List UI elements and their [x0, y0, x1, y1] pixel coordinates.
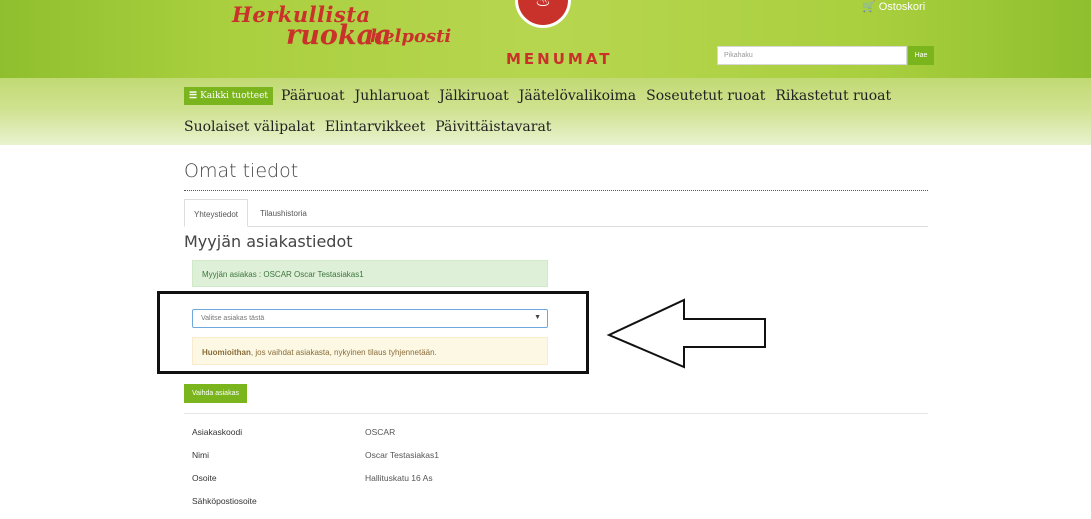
change-customer-button[interactable]: Vaihda asiakas — [184, 384, 247, 403]
nav-item-paaruoat[interactable]: Pääruoat — [281, 88, 345, 104]
info-label: Osoite — [192, 473, 217, 483]
tab-tilaushistoria[interactable]: Tilaushistoria — [251, 199, 316, 227]
list-icon: ☰ — [189, 91, 198, 101]
info-row: Asiakaskoodi OSCAR — [192, 425, 792, 448]
nav-item-juhlaruoat[interactable]: Juhlaruoat — [355, 88, 430, 104]
nav-item-paivittaistavarat[interactable]: Päivittäistavarat — [435, 119, 551, 135]
info-value: OSCAR — [365, 427, 396, 437]
info-row: Sähköpostiosoite — [192, 494, 792, 517]
tab-bar: Yhteystiedot Tilaushistoria — [184, 199, 928, 227]
nav-item-jalkiruoat[interactable]: Jälkiruoat — [439, 88, 509, 104]
section-title: Myyjän asiakastiedot — [184, 232, 353, 251]
tab-yhteystiedot[interactable]: Yhteystiedot — [184, 199, 249, 227]
info-label: Sähköpostiosoite — [192, 496, 257, 506]
info-value: Oscar Testasiakas1 — [365, 450, 440, 460]
brand-logo[interactable]: MENUMAT — [506, 50, 613, 68]
info-label: Nimi — [192, 450, 209, 460]
info-label: Asiakaskoodi — [192, 427, 243, 437]
cart-label: Ostoskori — [878, 1, 926, 13]
page-title: Omat tiedot — [184, 160, 299, 182]
nav-item-suolaiset[interactable]: Suolaiset välipalat — [184, 119, 315, 135]
search-button[interactable]: Hae — [908, 46, 934, 65]
nav-item-rikastetut[interactable]: Rikastetut ruoat — [775, 88, 891, 104]
cart-link[interactable]: 🛒 Ostoskori — [862, 0, 925, 13]
info-row: Osoite Hallituskatu 16 As — [192, 471, 792, 494]
nav-item-elintarvikkeet[interactable]: Elintarvikkeet — [325, 119, 425, 135]
search-input[interactable]: Pikahaku — [717, 46, 907, 65]
cart-icon: 🛒 — [862, 1, 876, 13]
info-value: Hallituskatu 16 As — [365, 473, 433, 483]
main-nav-row2: Suolaiset välipalat Elintarvikkeet Päivitt… — [184, 119, 561, 135]
slogan-line3: helposti — [370, 26, 452, 47]
nav-item-jaatelovalikoima[interactable]: Jäätelövalikoima — [519, 88, 636, 104]
info-divider — [184, 413, 928, 414]
nav-all-products-button[interactable]: ☰ Kaikki tuotteet — [184, 87, 274, 105]
current-customer-alert: Myyjän asiakas : OSCAR Oscar Testasiakas… — [192, 260, 548, 287]
annotation-arrow-icon — [606, 298, 766, 369]
nav-all-products-label: Kaikki tuotteet — [200, 91, 269, 101]
main-nav-row1: ☰ Kaikki tuotteet Pääruoat Juhlaruoat Jälkir… — [184, 87, 901, 105]
site-header: Herkullista ruokaa helposti ♨ MENUMAT 🛒O… — [0, 0, 1091, 145]
title-divider — [184, 190, 928, 191]
annotation-highlight-box — [157, 291, 589, 374]
info-row: Nimi Oscar Testasiakas1 — [192, 448, 792, 471]
nav-item-soseutetut[interactable]: Soseutetut ruoat — [646, 88, 765, 104]
customer-info-table: Asiakaskoodi OSCAR Nimi Oscar Testasiaka… — [192, 425, 792, 517]
